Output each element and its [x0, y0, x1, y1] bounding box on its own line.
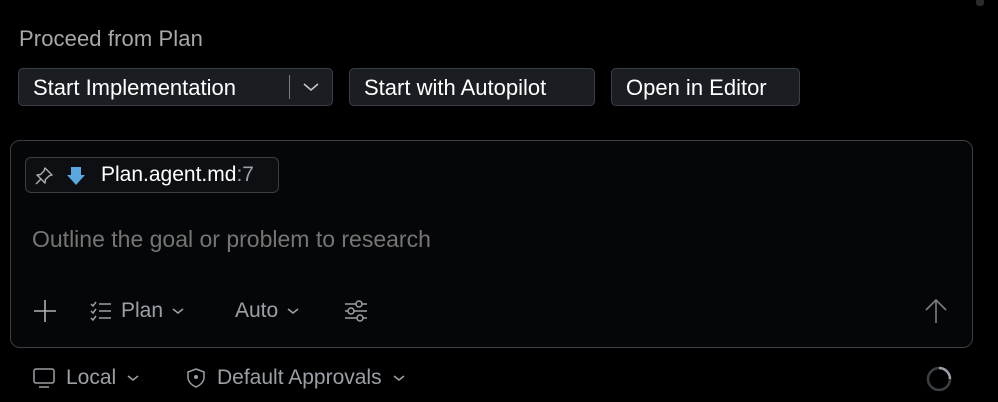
sliders-icon: [345, 300, 367, 322]
start-autopilot-button[interactable]: Start with Autopilot: [349, 68, 595, 106]
model-picker[interactable]: Auto: [235, 293, 300, 329]
add-context-button[interactable]: [32, 293, 58, 329]
send-button[interactable]: [923, 293, 949, 329]
loading-spinner-icon: [925, 365, 953, 398]
model-label: Auto: [235, 299, 279, 322]
monitor-icon: [33, 368, 55, 388]
prompt-input[interactable]: [32, 221, 932, 257]
context-line-number: :7: [236, 163, 254, 186]
chevron-down-icon: [303, 83, 319, 92]
start-implementation-split-button: Start Implementation: [18, 68, 333, 106]
shield-icon: [187, 368, 205, 388]
open-in-editor-button[interactable]: Open in Editor: [611, 68, 800, 106]
mode-label: Plan: [121, 299, 164, 322]
pin-icon[interactable]: [34, 166, 54, 191]
checklist-icon: [90, 301, 111, 322]
start-implementation-button[interactable]: Start Implementation: [19, 69, 289, 105]
mode-picker[interactable]: Plan: [89, 293, 185, 329]
context-file-label: Plan.agent.md:7: [101, 158, 254, 192]
chevron-down-icon: [172, 308, 184, 314]
approvals-label: Default Approvals: [217, 366, 382, 389]
plus-icon: [34, 300, 56, 322]
target-picker[interactable]: Local: [32, 362, 140, 394]
chevron-down-icon: [287, 308, 299, 314]
chevron-down-icon: [127, 375, 139, 381]
context-attachment-chip[interactable]: Plan.agent.md:7: [25, 157, 279, 193]
chevron-down-icon: [393, 375, 405, 381]
chat-input-box: Plan.agent.md:7 Plan Auto: [10, 140, 973, 348]
arrow-down-file-icon: [66, 165, 86, 192]
configure-tools-button[interactable]: [343, 293, 369, 329]
target-label: Local: [66, 366, 117, 389]
start-implementation-dropdown[interactable]: [290, 69, 332, 105]
approvals-picker[interactable]: Default Approvals: [185, 362, 406, 394]
section-title: Proceed from Plan: [19, 26, 203, 51]
arrow-up-icon: [925, 298, 947, 323]
context-file-name: Plan.agent.md: [101, 163, 237, 186]
scrollbar-thumb[interactable]: [976, 0, 984, 6]
